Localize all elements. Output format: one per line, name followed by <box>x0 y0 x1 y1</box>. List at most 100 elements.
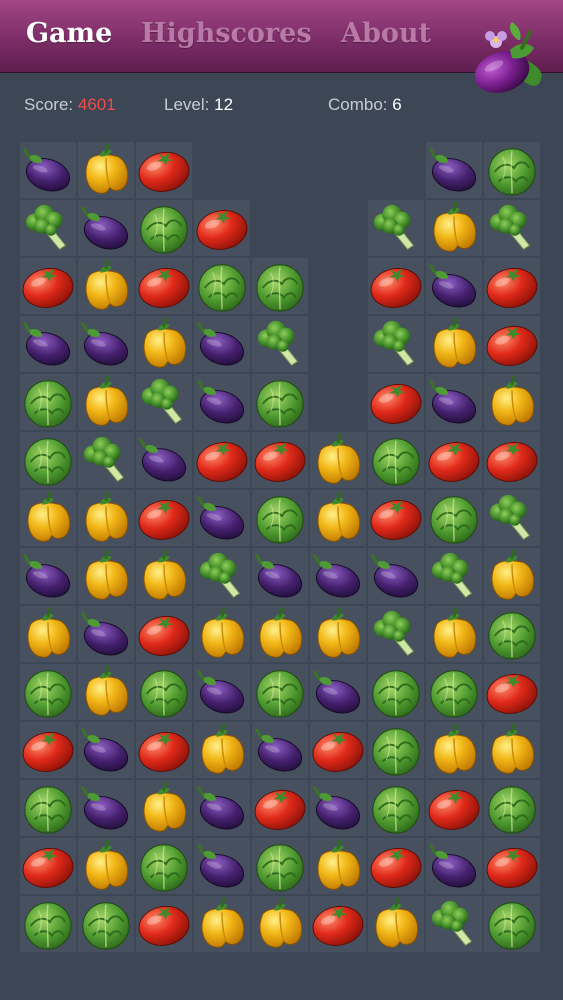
board-cell[interactable] <box>194 780 252 838</box>
board-cell[interactable] <box>252 490 310 548</box>
board-cell[interactable] <box>194 838 252 896</box>
board-cell[interactable] <box>426 780 484 838</box>
board-cell[interactable] <box>368 664 426 722</box>
board-cell[interactable] <box>484 606 542 664</box>
board-cell[interactable] <box>426 432 484 490</box>
board-cell[interactable] <box>136 780 194 838</box>
board-cell[interactable] <box>252 722 310 780</box>
board-cell[interactable] <box>20 258 78 316</box>
board-cell[interactable] <box>136 722 194 780</box>
board-cell[interactable] <box>368 316 426 374</box>
board-cell[interactable] <box>368 374 426 432</box>
board-cell[interactable] <box>136 374 194 432</box>
board-cell[interactable] <box>310 780 368 838</box>
board-cell[interactable] <box>426 606 484 664</box>
board-cell[interactable] <box>20 780 78 838</box>
nav-highscores-tab[interactable]: Highscores <box>141 18 312 49</box>
board-cell[interactable] <box>426 664 484 722</box>
board-cell[interactable] <box>484 142 542 200</box>
board-cell[interactable] <box>20 374 78 432</box>
board-cell[interactable] <box>368 548 426 606</box>
board-cell[interactable] <box>194 316 252 374</box>
board-cell[interactable] <box>78 200 136 258</box>
board-cell[interactable] <box>484 432 542 490</box>
board-cell[interactable] <box>310 606 368 664</box>
board-cell[interactable] <box>426 896 484 954</box>
board-cell[interactable] <box>78 316 136 374</box>
board-cell[interactable] <box>20 200 78 258</box>
board-cell[interactable] <box>368 200 426 258</box>
board-cell[interactable] <box>20 664 78 722</box>
board-cell[interactable] <box>310 664 368 722</box>
board-cell[interactable] <box>78 374 136 432</box>
board-cell[interactable] <box>426 200 484 258</box>
board-cell[interactable] <box>20 142 78 200</box>
board-cell[interactable] <box>78 142 136 200</box>
board-cell[interactable] <box>194 432 252 490</box>
board-cell[interactable] <box>78 490 136 548</box>
board-cell[interactable] <box>194 722 252 780</box>
board-cell[interactable] <box>426 838 484 896</box>
board-cell[interactable] <box>310 432 368 490</box>
board-cell[interactable] <box>194 548 252 606</box>
nav-about-tab[interactable]: About <box>341 18 431 49</box>
board-cell[interactable] <box>368 432 426 490</box>
board-cell[interactable] <box>484 838 542 896</box>
board-cell[interactable] <box>78 838 136 896</box>
board-cell[interactable] <box>484 896 542 954</box>
board-cell[interactable] <box>136 142 194 200</box>
board-cell[interactable] <box>20 896 78 954</box>
board-cell[interactable] <box>368 490 426 548</box>
board-cell[interactable] <box>136 432 194 490</box>
board-cell[interactable] <box>484 316 542 374</box>
board-cell[interactable] <box>78 432 136 490</box>
board-cell[interactable] <box>252 896 310 954</box>
board-cell[interactable] <box>78 896 136 954</box>
board-cell[interactable] <box>426 374 484 432</box>
board-cell[interactable] <box>194 200 252 258</box>
board-cell[interactable] <box>368 838 426 896</box>
board-cell[interactable] <box>252 780 310 838</box>
board-cell[interactable] <box>252 432 310 490</box>
board-cell[interactable] <box>20 838 78 896</box>
board-cell[interactable] <box>194 258 252 316</box>
board-cell[interactable] <box>484 548 542 606</box>
board-cell[interactable] <box>484 780 542 838</box>
board-cell[interactable] <box>20 316 78 374</box>
board-cell[interactable] <box>426 142 484 200</box>
board-cell[interactable] <box>136 548 194 606</box>
board-cell[interactable] <box>136 490 194 548</box>
board-cell[interactable] <box>20 490 78 548</box>
board-cell[interactable] <box>252 548 310 606</box>
board-cell[interactable] <box>484 722 542 780</box>
board-cell[interactable] <box>426 316 484 374</box>
board-cell[interactable] <box>78 664 136 722</box>
board-cell[interactable] <box>78 780 136 838</box>
board-cell[interactable] <box>136 200 194 258</box>
board-cell[interactable] <box>136 896 194 954</box>
board-cell[interactable] <box>484 200 542 258</box>
board-cell[interactable] <box>194 374 252 432</box>
board-cell[interactable] <box>78 606 136 664</box>
board-cell[interactable] <box>252 838 310 896</box>
board-cell[interactable] <box>136 606 194 664</box>
board-cell[interactable] <box>20 432 78 490</box>
board-cell[interactable] <box>426 548 484 606</box>
board-cell[interactable] <box>310 838 368 896</box>
board-cell[interactable] <box>252 374 310 432</box>
board-cell[interactable] <box>20 722 78 780</box>
board-cell[interactable] <box>368 258 426 316</box>
board-cell[interactable] <box>484 374 542 432</box>
board-cell[interactable] <box>310 722 368 780</box>
board-cell[interactable] <box>310 490 368 548</box>
board-cell[interactable] <box>368 722 426 780</box>
board-cell[interactable] <box>136 838 194 896</box>
board-cell[interactable] <box>20 606 78 664</box>
board-cell[interactable] <box>368 606 426 664</box>
board-cell[interactable] <box>136 316 194 374</box>
board-cell[interactable] <box>136 258 194 316</box>
board-cell[interactable] <box>252 258 310 316</box>
board-cell[interactable] <box>78 548 136 606</box>
board-cell[interactable] <box>426 722 484 780</box>
board-cell[interactable] <box>136 664 194 722</box>
